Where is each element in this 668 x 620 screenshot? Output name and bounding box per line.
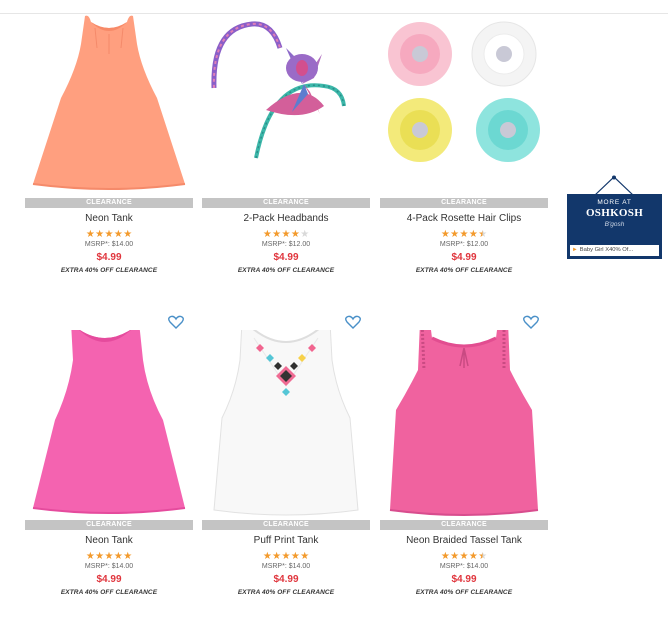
product-card[interactable]: CLEARANCE Neon Tank ★★★★★ MSRP*: $14.00 …	[25, 315, 193, 620]
product-card[interactable]: CLEARANCE Neon Tank ★★★★★ MSRP*: $14.00 …	[25, 8, 193, 298]
msrp-price: MSRP*: $14.00	[439, 563, 489, 570]
promo-text: EXTRA 40% OFF CLEARANCE	[237, 267, 335, 274]
heart-icon[interactable]	[168, 315, 184, 329]
promo-text: EXTRA 40% OFF CLEARANCE	[415, 267, 513, 274]
sale-price: $4.99	[273, 252, 299, 263]
clearance-badge: CLEARANCE	[25, 520, 193, 530]
product-image-orange-neon-tank[interactable]	[25, 8, 193, 198]
star-icon: ★	[290, 229, 300, 240]
promo-text: EXTRA 40% OFF CLEARANCE	[60, 589, 158, 596]
product-image-rosette-hair-clips[interactable]	[380, 8, 548, 198]
star-icon: ★	[104, 551, 114, 562]
product-grid: CLEARANCE Neon Tank ★★★★★ MSRP*: $14.00 …	[0, 0, 560, 608]
product-card[interactable]: CLEARANCE 2-Pack Headbands ★★★★★ MSRP*: …	[202, 8, 370, 298]
rating-stars: ★★★★★	[380, 228, 548, 240]
star-icon: ★	[290, 551, 300, 562]
rating-stars: ★★★★★	[25, 228, 193, 240]
star-icon: ★	[478, 229, 488, 240]
star-icon: ★	[272, 229, 282, 240]
product-name-link[interactable]: Neon Braided Tassel Tank	[380, 535, 548, 546]
oshkosh-logo: OSHKOSH	[585, 207, 644, 219]
ad-link[interactable]: ► Baby Girl X40% Of...	[570, 245, 659, 256]
promo-text: EXTRA 40% OFF CLEARANCE	[60, 267, 158, 274]
msrp-price: MSRP*: $12.00	[439, 241, 489, 248]
star-icon: ★	[123, 229, 133, 240]
msrp-price: MSRP*: $14.00	[84, 241, 134, 248]
sale-price: $4.99	[451, 574, 477, 585]
heart-icon[interactable]	[523, 315, 539, 329]
sale-price: $4.99	[96, 574, 122, 585]
product-card[interactable]: CLEARANCE 4-Pack Rosette Hair Clips ★★★★…	[380, 8, 548, 298]
star-icon: ★	[113, 229, 123, 240]
ad-link-strip: ► Baby Girl X40% Of...	[567, 242, 662, 259]
star-icon: ★	[450, 551, 460, 562]
star-icon: ★	[262, 551, 272, 562]
heart-icon[interactable]	[345, 315, 361, 329]
sale-price: $4.99	[96, 252, 122, 263]
product-image-headbands-with-bow[interactable]	[202, 8, 370, 198]
star-icon: ★	[95, 229, 105, 240]
product-name-link[interactable]: Neon Tank	[25, 213, 193, 224]
product-name-link[interactable]: Puff Print Tank	[202, 535, 370, 546]
star-icon: ★	[262, 229, 272, 240]
product-card[interactable]: CLEARANCE Puff Print Tank ★★★★★ MSRP*: $…	[202, 315, 370, 620]
arrow-icon: ►	[572, 247, 578, 253]
star-icon: ★	[459, 229, 469, 240]
clearance-badge: CLEARANCE	[380, 198, 548, 208]
oshkosh-ad-banner[interactable]: MORE AT OSHKOSH B'gosh ► Baby Girl X40% O…	[567, 175, 662, 259]
promo-text: EXTRA 40% OFF CLEARANCE	[415, 589, 513, 596]
star-icon: ★	[123, 551, 133, 562]
rating-stars: ★★★★★	[202, 228, 370, 240]
product-name-link[interactable]: Neon Tank	[25, 535, 193, 546]
hanging-sign-string	[594, 175, 634, 195]
product-image-pink-neon-tank[interactable]	[25, 330, 193, 520]
star-icon: ★	[272, 551, 282, 562]
ad-more-at-text: MORE AT	[597, 199, 632, 206]
star-icon: ★	[85, 229, 95, 240]
msrp-price: MSRP*: $14.00	[84, 563, 134, 570]
star-icon: ★	[281, 229, 291, 240]
product-image-pink-braided-tassel-tank[interactable]	[380, 330, 548, 520]
msrp-price: MSRP*: $12.00	[261, 241, 311, 248]
star-icon: ★	[450, 229, 460, 240]
star-icon: ★	[468, 229, 478, 240]
star-icon: ★	[459, 551, 469, 562]
star-icon: ★	[468, 551, 478, 562]
msrp-price: MSRP*: $14.00	[261, 563, 311, 570]
clearance-badge: CLEARANCE	[202, 520, 370, 530]
rating-stars: ★★★★★	[202, 550, 370, 562]
star-icon: ★	[113, 551, 123, 562]
product-name-link[interactable]: 4-Pack Rosette Hair Clips	[380, 213, 548, 224]
clearance-badge: CLEARANCE	[25, 198, 193, 208]
rating-stars: ★★★★★	[380, 550, 548, 562]
sale-price: $4.99	[451, 252, 477, 263]
star-icon: ★	[440, 229, 450, 240]
clearance-badge: CLEARANCE	[380, 520, 548, 530]
star-icon: ★	[95, 551, 105, 562]
star-icon: ★	[104, 229, 114, 240]
star-icon: ★	[440, 551, 450, 562]
promo-text: EXTRA 40% OFF CLEARANCE	[237, 589, 335, 596]
clearance-badge: CLEARANCE	[202, 198, 370, 208]
sale-price: $4.99	[273, 574, 299, 585]
star-icon: ★	[85, 551, 95, 562]
star-icon: ★	[300, 229, 310, 240]
product-card[interactable]: CLEARANCE Neon Braided Tassel Tank ★★★★★…	[380, 315, 548, 620]
star-icon: ★	[281, 551, 291, 562]
ad-link-text: Baby Girl X40% Of...	[579, 247, 634, 253]
star-icon: ★	[478, 551, 488, 562]
product-name-link[interactable]: 2-Pack Headbands	[202, 213, 370, 224]
oshkosh-logo-sub: B'gosh	[604, 221, 625, 228]
rating-stars: ★★★★★	[25, 550, 193, 562]
star-icon: ★	[300, 551, 310, 562]
product-image-white-puff-print-tank[interactable]	[202, 330, 370, 520]
